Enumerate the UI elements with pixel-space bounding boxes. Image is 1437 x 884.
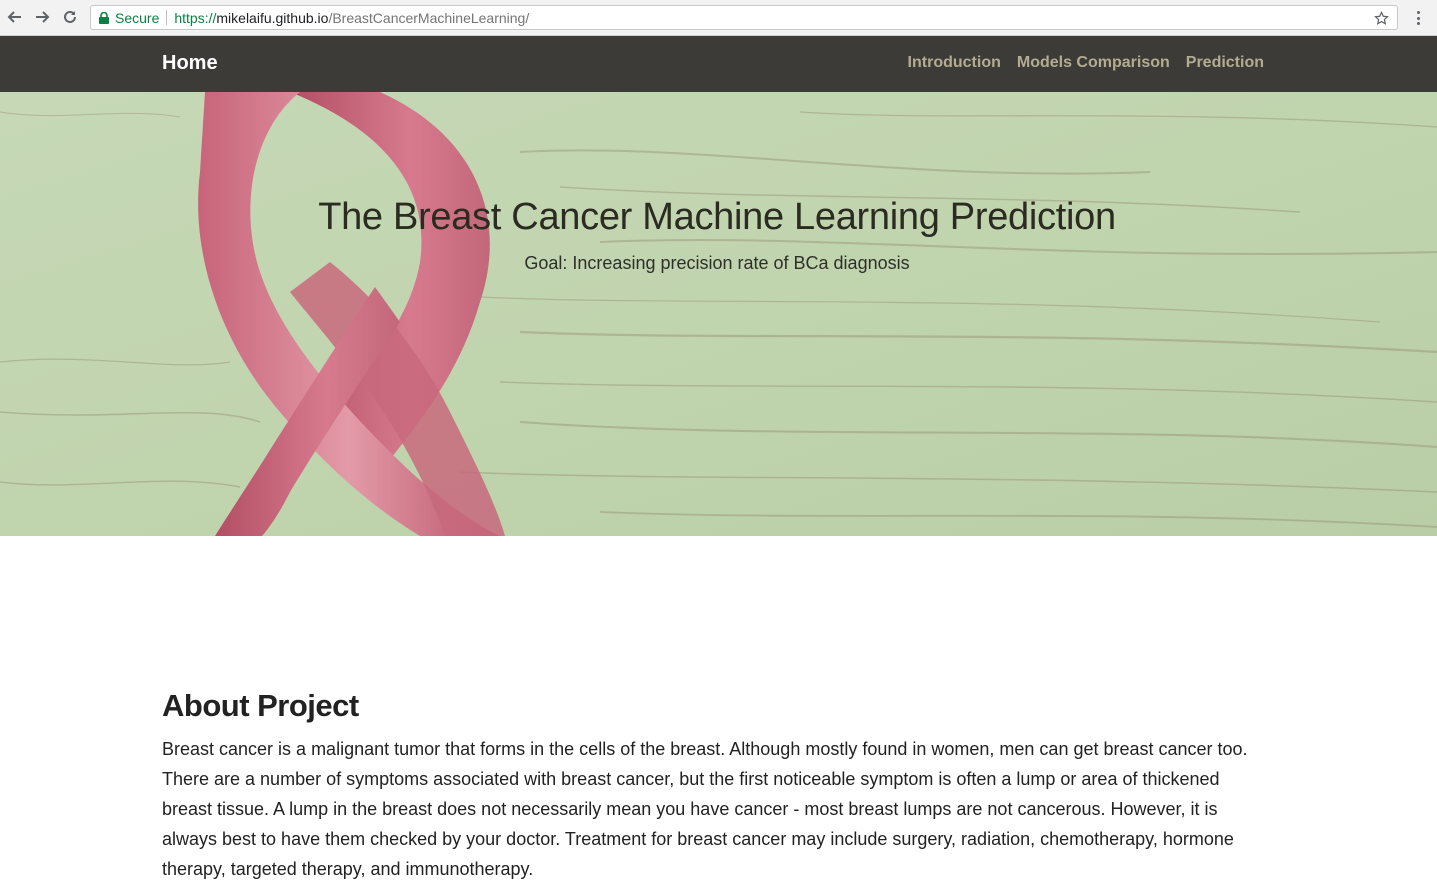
about-section: About Project Breast cancer is a maligna… — [162, 688, 1272, 884]
nav-link-prediction[interactable]: Prediction — [1186, 54, 1264, 72]
url-host: mikelaifu.github.io — [216, 9, 329, 26]
nav-link-models-comparison[interactable]: Models Comparison — [1017, 54, 1170, 72]
address-bar[interactable]: Secure https:// mikelaifu.github.io /Bre… — [90, 5, 1398, 30]
reload-icon — [64, 10, 76, 23]
omnibox-divider — [166, 10, 168, 25]
hero-title: The Breast Cancer Machine Learning Predi… — [318, 196, 1116, 238]
menu-dots-icon[interactable] — [1411, 9, 1425, 27]
nav-link-introduction[interactable]: Introduction — [908, 54, 1001, 72]
url-path: /BreastCancerMachineLearning/ — [328, 9, 530, 26]
nav-links: Introduction Models Comparison Predictio… — [908, 54, 1264, 72]
forward-arrow-icon — [36, 11, 50, 23]
site-navbar: Home Introduction Models Comparison Pred… — [0, 36, 1437, 92]
back-arrow-icon — [7, 11, 21, 23]
forward-button[interactable] — [31, 6, 53, 28]
home-link[interactable]: Home — [162, 52, 218, 75]
star-icon[interactable] — [1373, 10, 1389, 26]
back-button[interactable] — [4, 6, 26, 28]
secure-label: Secure — [115, 9, 160, 26]
url-scheme: https:// — [174, 9, 217, 26]
hero-banner: The Breast Cancer Machine Learning Predi… — [0, 92, 1437, 536]
reload-button[interactable] — [59, 6, 81, 28]
about-heading: About Project — [162, 688, 359, 723]
browser-toolbar: Secure https:// mikelaifu.github.io /Bre… — [0, 0, 1437, 36]
hero-background-image — [0, 92, 1437, 536]
lock-icon — [99, 11, 109, 24]
hero-subtitle: Goal: Increasing precision rate of BCa d… — [524, 253, 910, 273]
